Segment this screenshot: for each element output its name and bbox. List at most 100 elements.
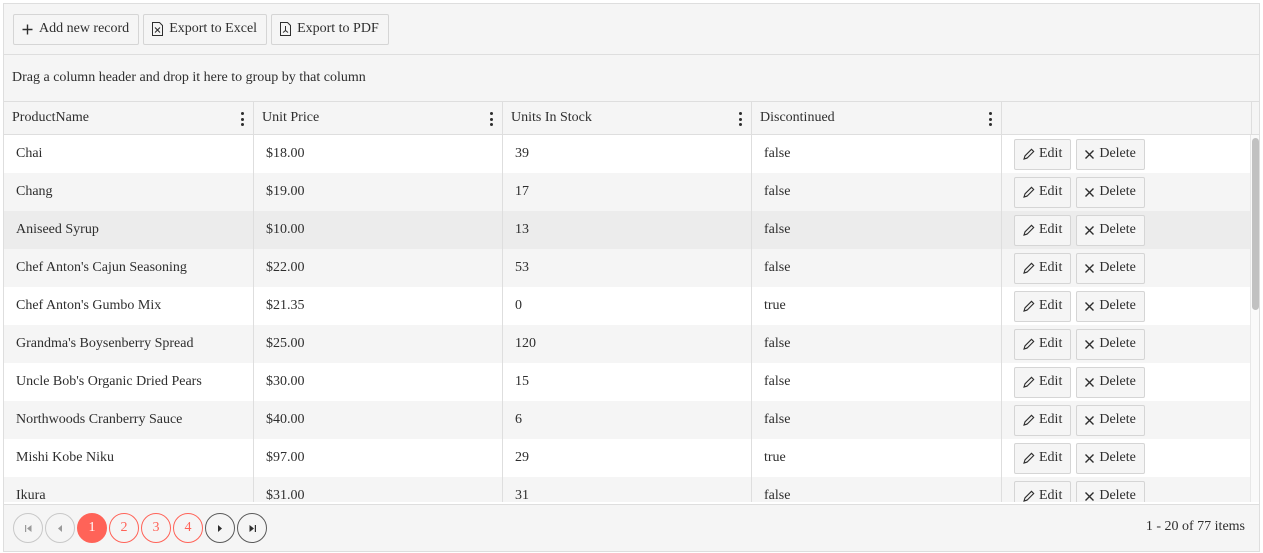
delete-label: Delete <box>1099 146 1136 161</box>
delete-button[interactable]: Delete <box>1076 366 1145 398</box>
export-excel-button[interactable]: Export to Excel <box>143 13 268 45</box>
table-row[interactable]: Aniseed Syrup $10.00 13 false Edit Delete <box>4 211 1252 249</box>
group-by-panel[interactable]: Drag a column header and drop it here to… <box>4 55 1259 102</box>
pencil-icon <box>1022 224 1035 237</box>
grid-pager: 1234 1 - 20 of 77 items <box>4 504 1259 551</box>
edit-button[interactable]: Edit <box>1014 366 1072 398</box>
prev-page-icon[interactable] <box>45 513 75 543</box>
column-header-discontinued[interactable]: Discontinued <box>752 102 1002 134</box>
pencil-icon <box>1022 414 1035 427</box>
cell-unit-price: $21.35 <box>254 287 503 325</box>
delete-label: Delete <box>1099 184 1136 199</box>
cell-unit-price: $97.00 <box>254 439 503 477</box>
cell-discontinued: false <box>752 363 1002 401</box>
delete-button[interactable]: Delete <box>1076 214 1145 246</box>
delete-label: Delete <box>1099 488 1136 502</box>
edit-label: Edit <box>1039 260 1063 275</box>
pencil-icon <box>1022 376 1035 389</box>
edit-button[interactable]: Edit <box>1014 138 1072 170</box>
delete-button[interactable]: Delete <box>1076 252 1145 284</box>
delete-label: Delete <box>1099 222 1136 237</box>
column-title: Units In Stock <box>511 110 592 125</box>
page-button[interactable]: 2 <box>109 513 139 543</box>
cell-units-in-stock: 39 <box>503 135 752 173</box>
delete-button[interactable]: Delete <box>1076 480 1145 502</box>
column-header-unit-price[interactable]: Unit Price <box>254 102 503 134</box>
edit-button[interactable]: Edit <box>1014 328 1072 360</box>
edit-button[interactable]: Edit <box>1014 404 1072 436</box>
close-icon <box>1084 453 1095 464</box>
cell-unit-price: $30.00 <box>254 363 503 401</box>
kebab-menu-icon[interactable] <box>985 111 995 127</box>
export-pdf-label: Export to PDF <box>297 21 379 36</box>
edit-button[interactable]: Edit <box>1014 252 1072 284</box>
export-pdf-button[interactable]: Export to PDF <box>271 13 389 45</box>
page-button[interactable]: 3 <box>141 513 171 543</box>
table-row[interactable]: Chef Anton's Gumbo Mix $21.35 0 true Edit Del… <box>4 287 1252 325</box>
first-page-icon[interactable] <box>13 513 43 543</box>
last-page-icon[interactable] <box>237 513 267 543</box>
kebab-menu-icon[interactable] <box>735 111 745 127</box>
delete-button[interactable]: Delete <box>1076 404 1145 436</box>
pencil-icon <box>1022 262 1035 275</box>
table-row[interactable]: Mishi Kobe Niku $97.00 29 true Edit Delete <box>4 439 1252 477</box>
cell-units-in-stock: 17 <box>503 173 752 211</box>
column-header-product-name[interactable]: ProductName <box>4 102 254 134</box>
cell-unit-price: $18.00 <box>254 135 503 173</box>
kebab-menu-icon[interactable] <box>486 111 496 127</box>
cell-units-in-stock: 15 <box>503 363 752 401</box>
delete-button[interactable]: Delete <box>1076 290 1145 322</box>
add-new-record-button[interactable]: Add new record <box>13 13 140 45</box>
close-icon <box>1084 263 1095 274</box>
grid-rows: Chai $18.00 39 false Edit Delete Chang $19.00 17… <box>4 135 1252 502</box>
next-page-icon[interactable] <box>205 513 235 543</box>
kebab-menu-icon[interactable] <box>237 111 247 127</box>
edit-button[interactable]: Edit <box>1014 480 1072 503</box>
edit-button[interactable]: Edit <box>1014 214 1072 246</box>
cell-product-name: Grandma's Boysenberry Spread <box>4 325 254 363</box>
close-icon <box>1084 491 1095 502</box>
column-header-units-in-stock[interactable]: Units In Stock <box>503 102 752 134</box>
table-row[interactable]: Grandma's Boysenberry Spread $25.00 120 fal… <box>4 325 1252 363</box>
close-icon <box>1084 415 1095 426</box>
table-row[interactable]: Chang $19.00 17 false Edit Delete <box>4 173 1252 211</box>
delete-button[interactable]: Delete <box>1076 138 1145 170</box>
delete-label: Delete <box>1099 374 1136 389</box>
vertical-scrollbar[interactable] <box>1250 135 1259 502</box>
table-row[interactable]: Ikura $31.00 31 false Edit Delete <box>4 477 1252 502</box>
cell-unit-price: $31.00 <box>254 477 503 502</box>
cell-commands: Edit Delete <box>1002 173 1252 211</box>
page-button[interactable]: 4 <box>173 513 203 543</box>
delete-button[interactable]: Delete <box>1076 328 1145 360</box>
cell-unit-price: $10.00 <box>254 211 503 249</box>
cell-units-in-stock: 0 <box>503 287 752 325</box>
delete-label: Delete <box>1099 260 1136 275</box>
edit-button[interactable]: Edit <box>1014 176 1072 208</box>
pencil-icon <box>1022 490 1035 503</box>
cell-commands: Edit Delete <box>1002 211 1252 249</box>
pager-info: 1 - 20 of 77 items <box>1145 519 1245 534</box>
delete-button[interactable]: Delete <box>1076 442 1145 474</box>
pencil-icon <box>1022 300 1035 313</box>
edit-label: Edit <box>1039 336 1063 351</box>
edit-label: Edit <box>1039 222 1063 237</box>
delete-label: Delete <box>1099 298 1136 313</box>
table-row[interactable]: Northwoods Cranberry Sauce $40.00 6 false Ed… <box>4 401 1252 439</box>
table-row[interactable]: Chai $18.00 39 false Edit Delete <box>4 135 1252 173</box>
column-title: ProductName <box>12 110 89 125</box>
cell-discontinued: false <box>752 211 1002 249</box>
scrollbar-thumb[interactable] <box>1252 138 1259 310</box>
page-button[interactable]: 1 <box>77 513 107 543</box>
edit-label: Edit <box>1039 412 1063 427</box>
table-row[interactable]: Uncle Bob's Organic Dried Pears $30.00 15 f… <box>4 363 1252 401</box>
edit-button[interactable]: Edit <box>1014 290 1072 322</box>
close-icon <box>1084 339 1095 350</box>
table-row[interactable]: Chef Anton's Cajun Seasoning $22.00 53 fals… <box>4 249 1252 287</box>
cell-commands: Edit Delete <box>1002 325 1252 363</box>
delete-button[interactable]: Delete <box>1076 176 1145 208</box>
edit-button[interactable]: Edit <box>1014 442 1072 474</box>
edit-label: Edit <box>1039 488 1063 502</box>
plus-icon <box>22 24 33 35</box>
cell-product-name: Aniseed Syrup <box>4 211 254 249</box>
delete-label: Delete <box>1099 450 1136 465</box>
